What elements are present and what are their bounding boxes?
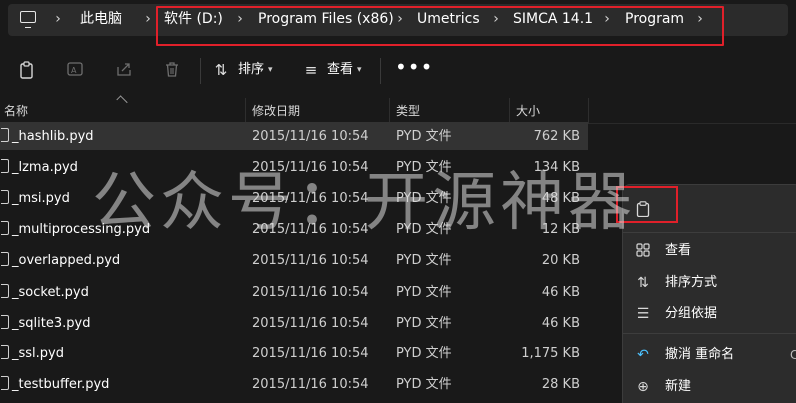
file-date: 2015/11/16 10:54: [252, 346, 369, 361]
paste-icon[interactable]: [18, 61, 36, 79]
context-view-item[interactable]: 查看: [623, 235, 796, 267]
file-size: 20 KB: [541, 253, 580, 268]
file-name: _socket.pyd: [12, 285, 89, 300]
file-row[interactable]: _overlapped.pyd 2015/11/16 10:54 PYD 文件 …: [0, 246, 588, 274]
context-undo-label: 撤消 重命名: [665, 347, 735, 362]
share-icon[interactable]: [115, 61, 133, 79]
group-by-icon: ☰: [636, 306, 650, 322]
svg-text:A: A: [71, 66, 77, 75]
file-type: PYD 文件: [396, 346, 452, 361]
delete-icon[interactable]: [163, 61, 181, 79]
file-date: 2015/11/16 10:54: [252, 316, 369, 331]
file-row[interactable]: _ssl.pyd 2015/11/16 10:54 PYD 文件 1,175 K…: [0, 339, 588, 367]
file-icon: [1, 159, 9, 173]
file-row[interactable]: _sqlite3.pyd 2015/11/16 10:54 PYD 文件 46 …: [0, 309, 588, 337]
context-group-label: 分组依据: [665, 306, 718, 321]
file-size: 46 KB: [541, 285, 580, 300]
file-icon: [1, 284, 9, 298]
file-name: _sqlite3.pyd: [12, 316, 91, 331]
file-type: PYD 文件: [396, 316, 452, 331]
file-type: PYD 文件: [396, 377, 452, 392]
context-sort-label: 排序方式: [665, 275, 718, 290]
breadcrumb-this-pc[interactable]: 此电脑: [80, 10, 122, 28]
view-button[interactable]: 查看: [327, 62, 353, 78]
file-type: PYD 文件: [396, 253, 452, 268]
file-row[interactable]: _testbuffer.pyd 2015/11/16 10:54 PYD 文件 …: [0, 370, 588, 398]
file-name: _testbuffer.pyd: [12, 377, 110, 392]
file-date: 2015/11/16 10:54: [252, 129, 369, 144]
file-date: 2015/11/16 10:54: [252, 285, 369, 300]
column-header-row: 名称 修改日期 类型 大小: [0, 95, 796, 124]
file-name: _hashlib.pyd: [12, 129, 94, 144]
toolbar-divider: [200, 58, 201, 84]
file-icon: [1, 315, 9, 329]
column-divider[interactable]: [389, 98, 390, 124]
file-icon: [1, 345, 9, 359]
context-sort-item[interactable]: ⇅ 排序方式: [623, 267, 796, 299]
context-new-item[interactable]: ⊕ 新建: [623, 371, 796, 403]
undo-icon: ↶: [637, 347, 649, 363]
grid-view-icon: [635, 243, 651, 259]
address-highlight-box: [156, 6, 724, 46]
toolbar-divider: [380, 58, 381, 84]
file-type: PYD 文件: [396, 285, 452, 300]
context-undo-item[interactable]: ↶ 撤消 重命名: [623, 339, 796, 371]
file-size: 28 KB: [541, 377, 580, 392]
file-icon: [1, 128, 9, 142]
context-undo-shortcut: C: [790, 348, 796, 362]
sort-button[interactable]: 排序: [238, 62, 264, 78]
file-icon: [1, 252, 9, 266]
file-icon: [1, 221, 9, 235]
menu-divider: [623, 232, 796, 233]
file-name: _overlapped.pyd: [12, 253, 121, 268]
context-group-item[interactable]: ☰ 分组依据: [623, 298, 796, 330]
chevron-down-icon[interactable]: ▾: [357, 62, 362, 78]
column-name[interactable]: 名称: [4, 104, 28, 118]
chevron-down-icon[interactable]: ▾: [268, 62, 273, 78]
file-size: 1,175 KB: [521, 346, 580, 361]
file-name: _msi.pyd: [12, 191, 70, 206]
sort-icon: ⇅: [637, 275, 649, 291]
more-options-button[interactable]: •••: [395, 57, 433, 77]
file-type: PYD 文件: [396, 129, 452, 144]
file-size: 46 KB: [541, 316, 580, 331]
file-size: 762 KB: [533, 129, 580, 144]
watermark-text: 公众号：开源神器: [92, 166, 636, 240]
file-row[interactable]: _socket.pyd 2015/11/16 10:54 PYD 文件 46 K…: [0, 278, 588, 306]
file-icon: [1, 376, 9, 390]
file-date: 2015/11/16 10:54: [252, 377, 369, 392]
file-name: _ssl.pyd: [12, 346, 64, 361]
sort-ascending-icon: [116, 95, 128, 107]
context-new-label: 新建: [665, 379, 692, 394]
sort-icon[interactable]: ⇅: [212, 61, 230, 79]
view-icon[interactable]: ≡: [302, 61, 320, 79]
chevron-right-icon[interactable]: ›: [142, 11, 154, 27]
column-divider[interactable]: [588, 98, 589, 124]
add-circle-icon: ⊕: [637, 379, 649, 395]
context-view-label: 查看: [665, 243, 692, 258]
column-divider[interactable]: [245, 98, 246, 124]
column-type[interactable]: 类型: [396, 104, 420, 118]
chevron-right-icon[interactable]: ›: [52, 11, 64, 27]
computer-icon[interactable]: [20, 11, 36, 28]
file-icon: [1, 190, 9, 204]
column-size[interactable]: 大小: [516, 104, 540, 118]
file-name: _lzma.pyd: [12, 160, 78, 175]
command-bar: A ⇅ 排序 ▾ ≡ 查看 ▾ •••: [0, 48, 796, 92]
file-row[interactable]: _hashlib.pyd 2015/11/16 10:54 PYD 文件 762…: [0, 122, 588, 150]
menu-divider: [623, 333, 796, 334]
rename-icon[interactable]: A: [66, 61, 84, 79]
column-date[interactable]: 修改日期: [252, 104, 300, 118]
file-date: 2015/11/16 10:54: [252, 253, 369, 268]
column-divider[interactable]: [509, 98, 510, 124]
